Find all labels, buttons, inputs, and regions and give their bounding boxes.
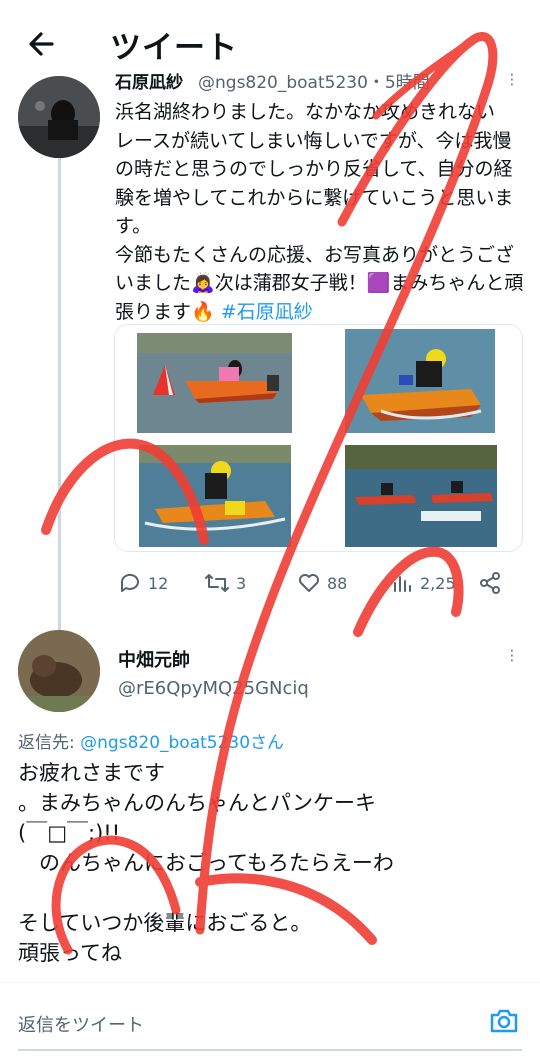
- media-photo-2[interactable]: [321, 325, 522, 437]
- fire-emoji: 🔥: [191, 300, 215, 323]
- tweet-media-grid: [114, 324, 523, 552]
- hashtag-link[interactable]: #石原凪紗: [221, 301, 313, 323]
- mention-link[interactable]: @ngs820_boat5230さん: [80, 733, 284, 753]
- tweet-text: 浜名湖終わりました。なかなか攻めきれない レースが続いてしまい悔しいですが、今は…: [115, 101, 524, 323]
- reply-composer-bar: 返信をツイート: [0, 982, 540, 1058]
- arrow-left-icon[interactable]: [22, 24, 62, 64]
- views-icon: [394, 576, 411, 592]
- views-count: 2,25: [420, 573, 456, 593]
- thread-connector-line: [58, 158, 61, 630]
- media-photo-4[interactable]: [321, 441, 522, 551]
- tweet-action-bar: 12 3 88 2,25: [114, 566, 524, 600]
- media-photo-3[interactable]: [115, 441, 317, 551]
- share-button[interactable]: [478, 566, 508, 600]
- retweet-button[interactable]: 3: [204, 566, 246, 600]
- share-icon: [480, 572, 500, 594]
- tweet-author-handle: @rE6QpyMQ25GNciq: [118, 678, 309, 699]
- retweet-count: 3: [236, 573, 247, 593]
- media-photo-1[interactable]: [115, 325, 317, 437]
- tweet-author-handle: @ngs820_boat5230・5時間: [198, 73, 430, 93]
- purple-square-emoji: 🟪: [366, 272, 391, 294]
- tweet-author-name[interactable]: 石原凪紗: [115, 68, 183, 93]
- heart-icon: [299, 574, 319, 592]
- reply-count: 12: [148, 573, 169, 593]
- bowing-emoji: 🙇‍♀️: [191, 272, 215, 294]
- like-button[interactable]: 88: [297, 566, 347, 600]
- tweet-author-name[interactable]: 中畑元帥: [118, 646, 190, 672]
- avatar[interactable]: [18, 630, 100, 712]
- more-options-icon[interactable]: ⋮: [505, 72, 519, 88]
- views-button[interactable]: 2,25: [390, 566, 456, 600]
- reply-button[interactable]: 12: [118, 566, 168, 600]
- replying-to-line: 返信先: @ngs820_boat5230さん: [18, 733, 285, 753]
- avatar[interactable]: [18, 76, 100, 158]
- reply-input[interactable]: 返信をツイート: [18, 1011, 144, 1037]
- camera-icon[interactable]: [488, 1005, 520, 1037]
- like-count: 88: [327, 573, 348, 593]
- retweet-icon: [205, 574, 229, 592]
- divider: [18, 1049, 522, 1051]
- page-title: ツイート: [110, 30, 238, 66]
- more-options-icon[interactable]: ⋮: [505, 648, 519, 664]
- reply-icon: [120, 573, 139, 592]
- tweet-text: お疲れさまです 。まみちゃんのんちゃんとパンケーキ (￣□￣;)!! のんちゃん…: [18, 761, 394, 965]
